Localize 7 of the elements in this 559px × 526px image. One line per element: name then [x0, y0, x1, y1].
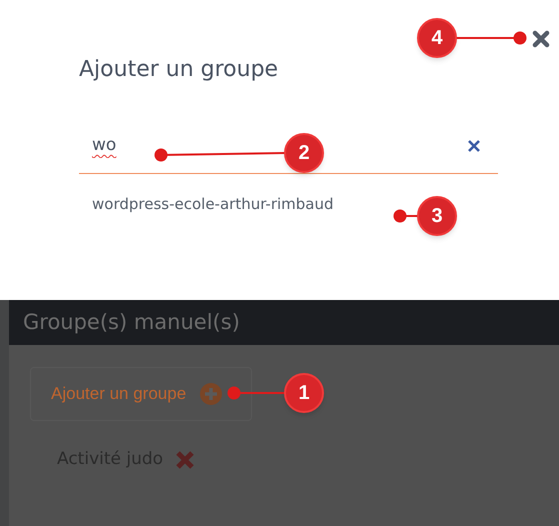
close-button[interactable] — [531, 29, 551, 49]
plus-circle-icon — [200, 383, 222, 405]
callout-badge: 1 — [284, 373, 324, 413]
suggestion-item[interactable]: wordpress-ecole-arthur-rimbaud — [79, 190, 334, 218]
dialog-title: Ajouter un groupe — [79, 56, 280, 84]
clear-button[interactable] — [466, 138, 482, 154]
section-title: Groupe(s) manuel(s) — [23, 308, 240, 336]
